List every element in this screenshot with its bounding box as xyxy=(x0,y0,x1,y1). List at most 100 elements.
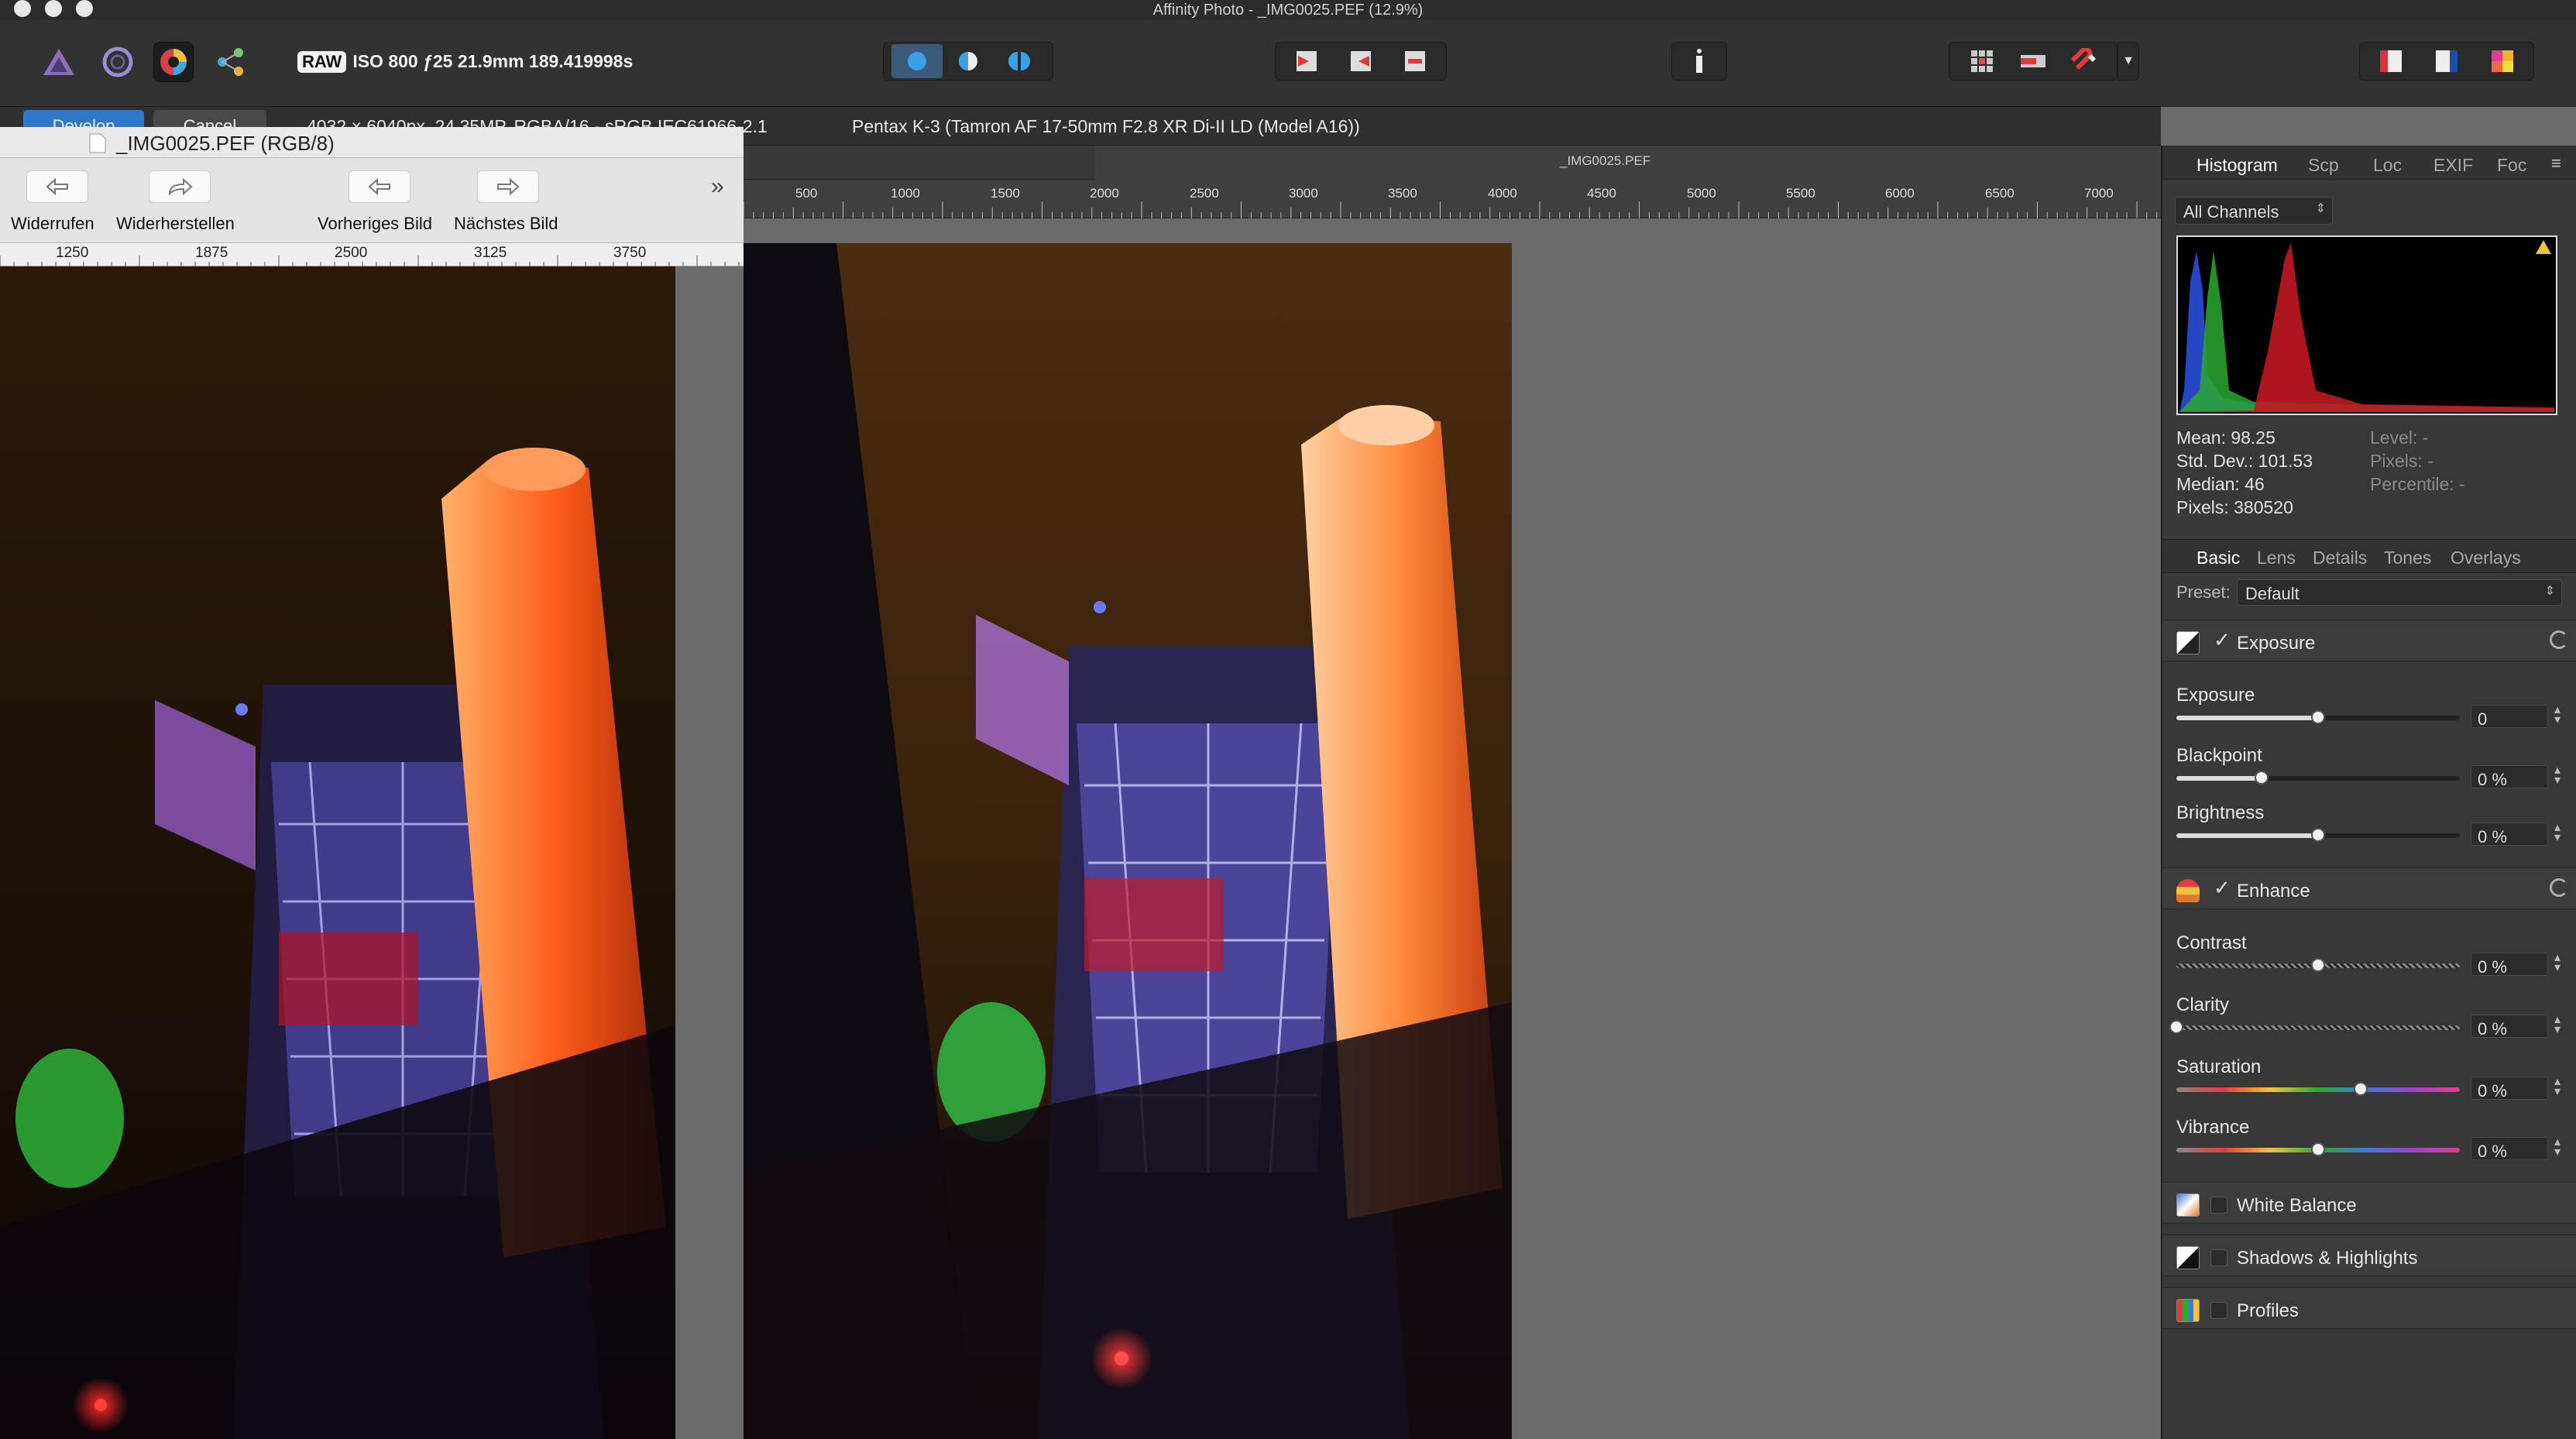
clip-highlights-icon[interactable] xyxy=(1279,48,1334,74)
blackpoint-slider-handle[interactable] xyxy=(2254,771,2269,785)
photo-persona-icon[interactable] xyxy=(39,42,79,82)
undo-button[interactable] xyxy=(26,170,88,203)
ruler-ticks xyxy=(744,201,2158,218)
select-arrows-icon: ⇕ xyxy=(2315,202,2326,215)
enhance-enable-checkbox[interactable]: ✓ xyxy=(2214,876,2231,900)
exposure-value-field[interactable]: 0 xyxy=(2471,705,2548,729)
horizontal-ruler: 500 1000 1500 2000 2500 3000 3500 4000 4… xyxy=(744,180,2161,218)
preset-label: Preset: xyxy=(2176,582,2231,602)
brightness-label: Brightness xyxy=(2176,802,2265,823)
tab-basic[interactable]: Basic xyxy=(2196,548,2240,568)
profiles-icon xyxy=(2176,1299,2200,1322)
contrast-slider[interactable] xyxy=(2176,958,2460,972)
split-view-icon[interactable] xyxy=(943,44,994,78)
panel-menu-icon[interactable]: ≡ xyxy=(2551,153,2561,173)
mirror-view-icon[interactable] xyxy=(994,44,1045,78)
photo-image[interactable] xyxy=(744,243,1512,1439)
info-button[interactable] xyxy=(1671,42,1727,81)
vibrance-value-field[interactable]: 0 % xyxy=(2471,1137,2548,1161)
blackpoint-slider-fill xyxy=(2176,776,2262,781)
tab-overlays[interactable]: Overlays xyxy=(2451,548,2521,568)
shadows-highlights-section-header[interactable]: Shadows & Highlights xyxy=(2162,1235,2576,1276)
white-balance-section-header[interactable]: White Balance xyxy=(2162,1182,2576,1224)
snapping-magnet-icon[interactable] xyxy=(2059,48,2110,74)
saturation-stepper[interactable]: ▴ ▾ xyxy=(2551,1076,2564,1100)
document-canvas[interactable] xyxy=(744,218,2161,1439)
clarity-slider-handle[interactable] xyxy=(2169,1020,2183,1034)
tab-exif[interactable]: EXIF xyxy=(2433,155,2473,176)
vibrance-stepper[interactable]: ▴ ▾ xyxy=(2551,1136,2564,1160)
reset-icon[interactable] xyxy=(2550,630,2568,649)
document-tab-bar: _IMG0025.PEF xyxy=(744,146,2161,180)
preset-select[interactable]: Default ⇕ xyxy=(2237,579,2562,606)
brightness-stepper[interactable]: ▴ ▾ xyxy=(2551,822,2564,846)
exposure-slider[interactable] xyxy=(2176,710,2460,724)
tab-histogram[interactable]: Histogram xyxy=(2196,155,2278,176)
colour-studio-icon[interactable] xyxy=(2475,49,2530,74)
vibrance-slider-handle[interactable] xyxy=(2311,1142,2325,1156)
more-tools-button[interactable]: » xyxy=(711,173,724,200)
preview-toolbar: Widerrufen Widerherstellen Vorheriges Bi… xyxy=(0,158,744,243)
saturation-slider[interactable] xyxy=(2176,1082,2460,1096)
reset-icon[interactable] xyxy=(2550,878,2568,897)
preview-image[interactable] xyxy=(0,266,675,1439)
exposure-section-header[interactable]: ✓ Exposure xyxy=(2162,620,2576,661)
redo-button[interactable] xyxy=(149,170,211,203)
brightness-slider-handle[interactable] xyxy=(2311,828,2325,842)
clarity-stepper[interactable]: ▴ ▾ xyxy=(2551,1014,2564,1038)
develop-persona-icon[interactable] xyxy=(153,42,194,82)
tab-scope[interactable]: Scp xyxy=(2308,155,2339,176)
contrast-slider-handle[interactable] xyxy=(2311,958,2325,972)
grid-icon[interactable] xyxy=(1956,49,2008,74)
profiles-section-title: Profiles xyxy=(2237,1300,2300,1321)
exposure-stepper[interactable]: ▴ ▾ xyxy=(2551,704,2564,728)
brightness-slider[interactable] xyxy=(2176,828,2460,842)
histogram-chart xyxy=(2176,235,2557,415)
preview-ruler-label: 2500 xyxy=(335,245,368,261)
brightness-value-field[interactable]: 0 % xyxy=(2471,823,2548,847)
ruler-tick-label: 6000 xyxy=(1885,186,1915,201)
export-persona-icon[interactable] xyxy=(211,42,251,82)
profiles-enable-checkbox[interactable] xyxy=(2210,1302,2227,1319)
left-studio-icon[interactable] xyxy=(2363,49,2419,74)
liquify-persona-icon[interactable] xyxy=(98,42,138,82)
white-balance-enable-checkbox[interactable] xyxy=(2210,1197,2227,1214)
shadows-highlights-enable-checkbox[interactable] xyxy=(2210,1249,2227,1266)
channel-select[interactable]: All Channels ⇕ xyxy=(2175,197,2333,225)
clarity-slider[interactable] xyxy=(2169,1020,2460,1034)
shadows-highlights-icon xyxy=(2176,1246,2200,1269)
tab-tones[interactable]: Tones xyxy=(2384,548,2431,568)
exposure-enable-checkbox[interactable]: ✓ xyxy=(2214,628,2231,652)
preview-window: _IMG0025.PEF (RGB/8) Widerrufen Widerher… xyxy=(0,127,744,1439)
vibrance-slider[interactable] xyxy=(2176,1142,2460,1156)
saturation-slider-handle[interactable] xyxy=(2353,1082,2368,1096)
saturation-value-field[interactable]: 0 % xyxy=(2471,1077,2548,1101)
next-image-button[interactable] xyxy=(477,170,539,203)
blackpoint-slider[interactable] xyxy=(2176,771,2460,785)
tab-details[interactable]: Details xyxy=(2313,548,2367,568)
clip-tones-icon[interactable] xyxy=(1388,48,1442,74)
blackpoint-value-field[interactable]: 0 % xyxy=(2471,765,2548,789)
exposure-section-title: Exposure xyxy=(2237,633,2316,654)
snapping-options-chevron-down-icon[interactable]: ▼ xyxy=(2117,42,2139,81)
right-studio-icon[interactable] xyxy=(2419,49,2475,74)
tab-focus[interactable]: Foc xyxy=(2497,155,2526,176)
tab-lens[interactable]: Lens xyxy=(2257,548,2296,568)
exposure-slider-fill xyxy=(2176,716,2318,720)
tab-location[interactable]: Loc xyxy=(2373,155,2402,176)
clip-shadows-icon[interactable] xyxy=(1334,48,1388,74)
single-view-icon[interactable] xyxy=(891,44,943,78)
ruler-tick-label: 1500 xyxy=(991,186,1020,201)
develop-tabs: Basic Lens Details Tones Overlays xyxy=(2162,539,2576,573)
previous-image-button[interactable] xyxy=(349,170,410,203)
redo-label: Widerherstellen xyxy=(116,214,235,233)
contrast-stepper[interactable]: ▴ ▾ xyxy=(2551,952,2564,976)
clarity-value-field[interactable]: 0 % xyxy=(2471,1015,2548,1039)
stat-percentile: Percentile: - xyxy=(2370,474,2465,494)
enhance-section-header[interactable]: ✓ Enhance xyxy=(2162,867,2576,909)
contrast-value-field[interactable]: 0 % xyxy=(2471,953,2548,977)
blackpoint-stepper[interactable]: ▴ ▾ xyxy=(2551,764,2564,788)
exposure-slider-handle[interactable] xyxy=(2311,710,2325,724)
profiles-section-header[interactable]: Profiles xyxy=(2162,1287,2576,1329)
compare-icon[interactable] xyxy=(2008,52,2059,70)
